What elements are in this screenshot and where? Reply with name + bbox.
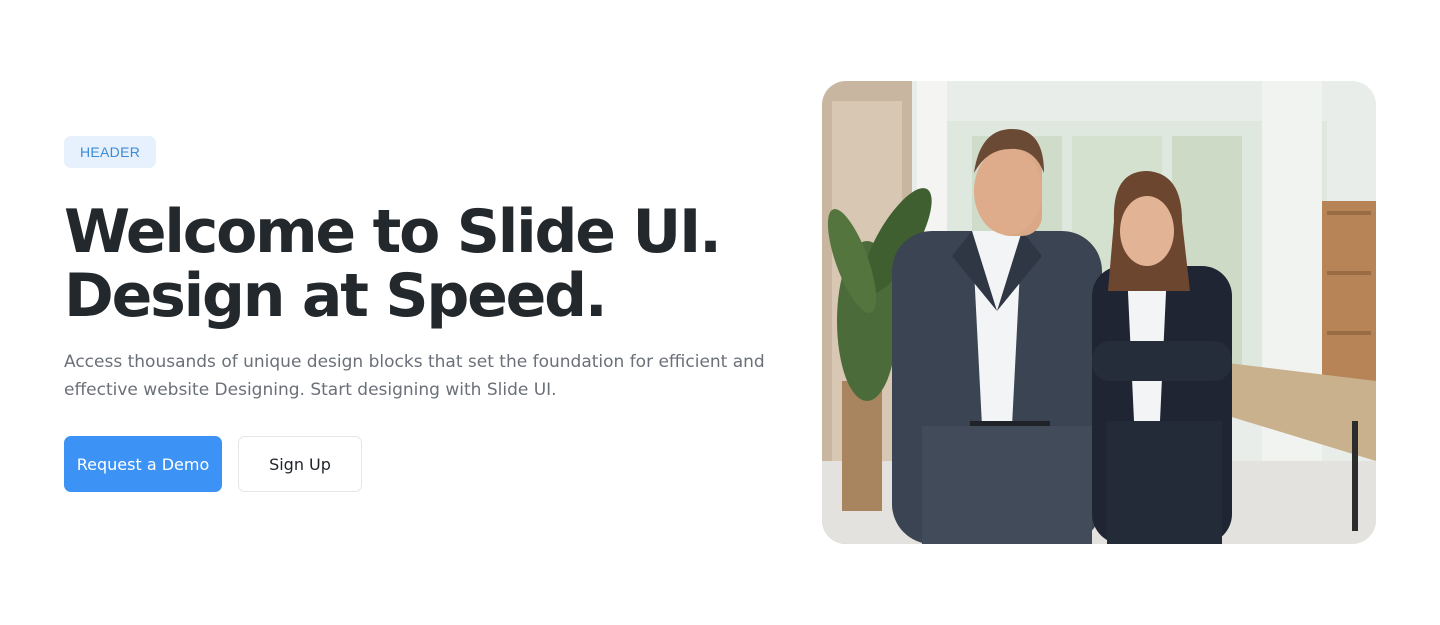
sign-up-button[interactable]: Sign Up [238,436,362,492]
request-demo-button[interactable]: Request a Demo [64,436,222,492]
page-title: Welcome to Slide UI. Design at Speed. [64,200,784,328]
hero-section: HEADER Welcome to Slide UI. Design at Sp… [0,0,1440,625]
header-badge: HEADER [64,136,157,168]
hero-image [822,81,1376,544]
title-line-1: Welcome to Slide UI. [64,197,722,267]
hero-content: HEADER Welcome to Slide UI. Design at Sp… [64,136,784,492]
title-line-2: Design at Speed. [64,261,608,331]
hero-actions: Request a Demo Sign Up [64,436,784,492]
description-line-1: Access thousands of unique design blocks… [64,352,765,372]
description-line-2: effective website Designing. Start desig… [64,380,557,400]
office-photo-illustration [822,81,1376,544]
hero-description: Access thousands of unique design blocks… [64,348,784,404]
